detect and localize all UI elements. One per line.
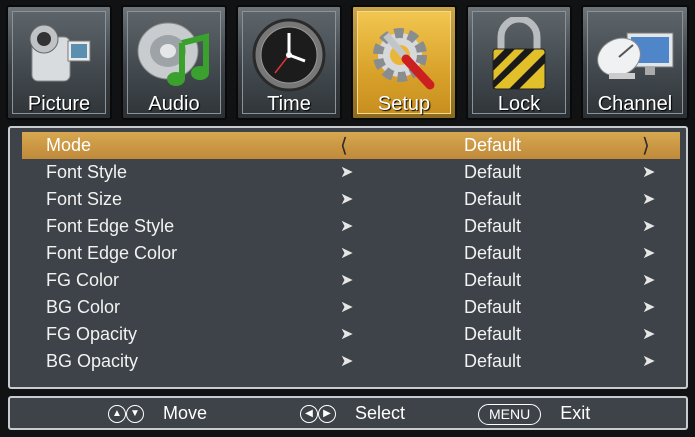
arrow-right-icon[interactable]: ➤ [642, 216, 655, 236]
tab-lock[interactable]: Lock [466, 5, 572, 120]
menu-row-font-style[interactable]: Font Style ➤ Default ➤ [22, 159, 680, 186]
exit-hint: MENU Exit [478, 403, 590, 425]
right-arrow-icon: ▶ [318, 405, 336, 424]
menu-row-font-size[interactable]: Font Size ➤ Default ➤ [22, 186, 680, 213]
arrow-right-icon[interactable]: ➤ [642, 351, 655, 371]
select-label: Select [355, 403, 406, 423]
arrow-left-icon[interactable]: ➤ [340, 243, 353, 263]
row-value: Default [464, 135, 522, 155]
arrow-right-icon[interactable]: ➤ [642, 297, 655, 317]
menu-row-font-edge-style[interactable]: Font Edge Style ➤ Default ➤ [22, 213, 680, 240]
tab-setup[interactable]: Setup [351, 5, 457, 120]
menu-row-bg-color[interactable]: BG Color ➤ Default ➤ [22, 294, 680, 321]
tab-label: Audio [148, 93, 200, 115]
tab-audio[interactable]: Audio [121, 5, 227, 120]
menu-panel: Mode ⟨ Default ⟩ Font Style ➤ Default ➤ … [8, 126, 688, 389]
row-value: Default [464, 189, 522, 209]
move-hint: ▲ ▼ Move [108, 403, 207, 424]
tv-osd-menu: Picture Audio Time Setup Lock Channel Mo… [0, 0, 695, 437]
left-arrow-icon: ◀ [300, 405, 318, 424]
row-value: Default [464, 243, 522, 263]
arrow-left-icon[interactable]: ⟨ [340, 133, 348, 158]
menu-key-icon: MENU [478, 403, 542, 425]
camcorder-icon [29, 24, 91, 82]
arrow-left-icon[interactable]: ➤ [340, 216, 353, 236]
help-bar: ▲ ▼ Move ◀ ▶ Select MENU Exit [8, 396, 688, 430]
tab-label: Time [267, 93, 311, 115]
exit-label: Exit [560, 403, 591, 423]
menu-row-fg-color[interactable]: FG Color ➤ Default ➤ [22, 267, 680, 294]
row-label: Font Style [46, 162, 128, 182]
row-label: Mode [46, 135, 92, 155]
arrow-left-icon[interactable]: ➤ [340, 270, 353, 290]
menu-row-mode[interactable]: Mode ⟨ Default ⟩ [22, 132, 680, 159]
tab-picture[interactable]: Picture [6, 5, 112, 120]
row-value: Default [464, 324, 522, 344]
menu-row-bg-opacity[interactable]: BG Opacity ➤ Default ➤ [22, 348, 680, 375]
arrow-left-icon[interactable]: ➤ [340, 324, 353, 344]
row-label: BG Color [46, 297, 121, 317]
tab-label: Setup [377, 93, 431, 115]
arrow-right-icon[interactable]: ➤ [642, 162, 655, 182]
arrow-left-icon[interactable]: ➤ [340, 351, 353, 371]
arrow-left-icon[interactable]: ➤ [340, 297, 353, 317]
tab-label: Channel [597, 93, 673, 115]
row-value: Default [464, 351, 522, 371]
tab-label: Picture [27, 93, 91, 115]
arrow-right-icon[interactable]: ⟩ [642, 133, 650, 158]
menu-row-fg-opacity[interactable]: FG Opacity ➤ Default ➤ [22, 321, 680, 348]
padlock-icon [492, 17, 546, 90]
down-arrow-icon: ▼ [126, 405, 144, 424]
menu-row-font-edge-color[interactable]: Font Edge Color ➤ Default ➤ [22, 240, 680, 267]
move-label: Move [163, 403, 208, 423]
arrow-right-icon[interactable]: ➤ [642, 324, 655, 344]
arrow-left-icon[interactable]: ➤ [340, 189, 353, 209]
row-value: Default [464, 216, 522, 236]
row-label: FG Color [46, 270, 120, 290]
arrow-right-icon[interactable]: ➤ [642, 270, 655, 290]
row-label: FG Opacity [46, 324, 138, 344]
row-label: Font Edge Style [46, 216, 175, 236]
music-note-icon [137, 22, 209, 86]
up-arrow-icon: ▲ [108, 405, 126, 424]
row-label: Font Edge Color [46, 243, 178, 263]
clock-icon [252, 18, 326, 92]
row-value: Default [464, 162, 522, 182]
select-hint: ◀ ▶ Select [300, 403, 405, 424]
row-value: Default [464, 270, 522, 290]
gear-wrench-icon [373, 28, 435, 90]
tab-label: Lock [497, 93, 541, 115]
satellite-dish-icon [597, 32, 674, 79]
row-label: Font Size [46, 189, 123, 209]
tab-bar: Picture Audio Time Setup Lock Channel [6, 5, 689, 122]
arrow-right-icon[interactable]: ➤ [642, 189, 655, 209]
arrow-left-icon[interactable]: ➤ [340, 162, 353, 182]
tab-channel[interactable]: Channel [581, 5, 689, 120]
row-label: BG Opacity [46, 351, 139, 371]
tab-time[interactable]: Time [236, 5, 342, 120]
arrow-right-icon[interactable]: ➤ [642, 243, 655, 263]
row-value: Default [464, 297, 522, 317]
